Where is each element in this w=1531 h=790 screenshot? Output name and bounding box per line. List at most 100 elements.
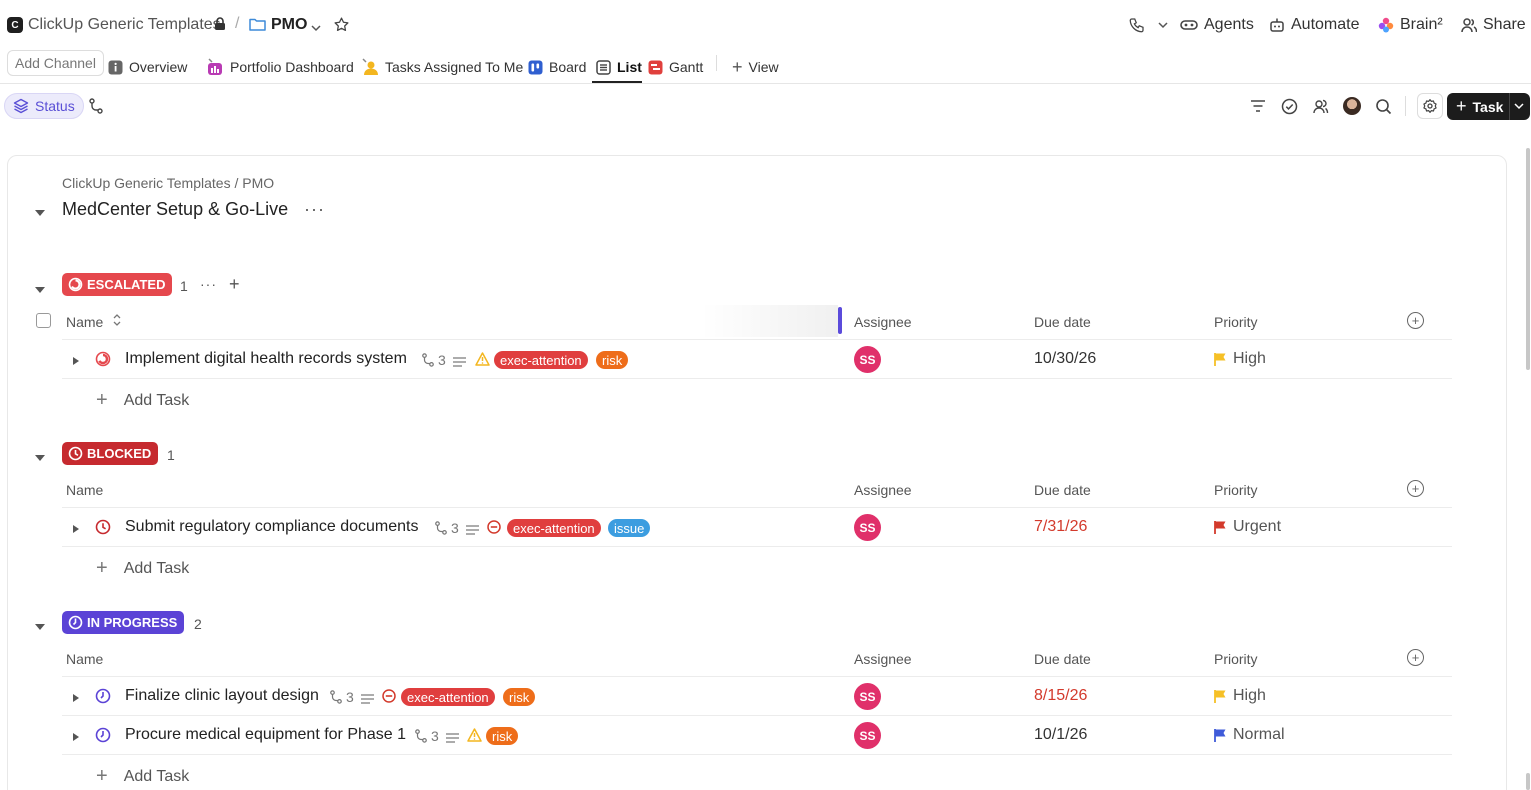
task-name[interactable]: Procure medical equipment for Phase 1: [125, 726, 406, 744]
plus-icon[interactable]: +: [229, 274, 240, 295]
expand-caret-icon[interactable]: [72, 521, 80, 537]
add-task-row[interactable]: + Add Task: [96, 389, 189, 412]
scrollbar-lower[interactable]: [1526, 773, 1530, 790]
assignee-avatar[interactable]: SS: [854, 514, 881, 541]
group-by-status-button[interactable]: Status: [4, 93, 84, 119]
column-header-assignee[interactable]: Assignee: [854, 651, 912, 667]
tag[interactable]: exec-attention: [507, 519, 601, 537]
add-task-button[interactable]: + Task: [1447, 93, 1530, 120]
call-icon[interactable]: [1128, 16, 1168, 34]
user-avatar[interactable]: [1343, 97, 1361, 115]
folder-name[interactable]: PMO: [271, 16, 307, 34]
column-header-due-date[interactable]: Due date: [1034, 482, 1091, 498]
assignees-icon[interactable]: [1311, 97, 1329, 115]
subtask-count[interactable]: 3: [421, 352, 446, 368]
check-circle-icon[interactable]: [1280, 97, 1298, 115]
priority[interactable]: High: [1214, 687, 1266, 705]
due-date[interactable]: 8/15/26: [1034, 687, 1087, 705]
task-name[interactable]: Submit regulatory compliance documents: [125, 518, 418, 536]
column-header-priority[interactable]: Priority: [1214, 482, 1258, 498]
column-header-name[interactable]: Name: [66, 651, 103, 667]
tab-tasks-assigned-to-me[interactable]: Tasks Assigned To Me: [361, 53, 523, 81]
subtask-count[interactable]: 3: [329, 689, 354, 705]
due-date[interactable]: 10/30/26: [1034, 350, 1096, 368]
in-progress-status-icon[interactable]: [95, 727, 111, 746]
tab-overview[interactable]: Overview: [108, 53, 187, 81]
expand-caret-icon[interactable]: [72, 690, 80, 706]
in-progress-status-icon[interactable]: [95, 688, 111, 707]
tab-list[interactable]: List: [596, 53, 642, 81]
subtask-count[interactable]: 3: [414, 728, 439, 744]
agents-button[interactable]: Agents: [1180, 16, 1254, 34]
more-icon[interactable]: ···: [304, 199, 325, 220]
escalated-status-icon[interactable]: [95, 351, 111, 370]
priority[interactable]: Normal: [1214, 726, 1285, 744]
more-icon[interactable]: ···: [200, 276, 217, 292]
column-header-name[interactable]: Name: [66, 314, 103, 330]
column-header-due-date[interactable]: Due date: [1034, 651, 1091, 667]
add-column-icon[interactable]: +: [1407, 312, 1424, 329]
collapse-caret-icon[interactable]: [34, 618, 46, 634]
tag[interactable]: exec-attention: [494, 351, 588, 369]
column-header-priority[interactable]: Priority: [1214, 651, 1258, 667]
expand-caret-icon[interactable]: [72, 353, 80, 369]
tab-board[interactable]: Board: [528, 53, 586, 81]
chevron-down-icon[interactable]: [311, 19, 321, 35]
due-date[interactable]: 7/31/26: [1034, 518, 1087, 536]
priority[interactable]: High: [1214, 350, 1266, 368]
tab-portfolio-dashboard[interactable]: Portfolio Dashboard: [206, 53, 354, 81]
column-header-assignee[interactable]: Assignee: [854, 314, 912, 330]
share-button[interactable]: Share: [1461, 16, 1526, 34]
due-date[interactable]: 10/1/26: [1034, 726, 1087, 744]
column-header-due-date[interactable]: Due date: [1034, 314, 1091, 330]
column-header-name[interactable]: Name: [66, 482, 103, 498]
add-task-row[interactable]: + Add Task: [96, 765, 189, 788]
sort-icon[interactable]: [112, 313, 122, 330]
description-icon[interactable]: [446, 730, 459, 746]
tag[interactable]: risk: [503, 688, 536, 706]
collapse-caret-icon[interactable]: [34, 204, 46, 220]
brain-button[interactable]: Brain²: [1378, 16, 1443, 34]
expand-caret-icon[interactable]: [72, 729, 80, 745]
tag[interactable]: exec-attention: [401, 688, 495, 706]
tab-gantt[interactable]: Gantt: [648, 53, 703, 81]
add-task-row[interactable]: + Add Task: [96, 557, 189, 580]
status-badge-in-progress[interactable]: IN PROGRESS: [62, 611, 185, 634]
column-header-priority[interactable]: Priority: [1214, 314, 1258, 330]
workspace-logo[interactable]: C: [7, 17, 23, 33]
list-breadcrumb[interactable]: ClickUp Generic Templates / PMO: [62, 175, 274, 191]
description-icon[interactable]: [361, 691, 374, 707]
add-view-button[interactable]: + View: [732, 53, 779, 81]
collapse-caret-icon[interactable]: [34, 449, 46, 465]
select-all-checkbox[interactable]: [36, 313, 51, 328]
automate-button[interactable]: Automate: [1269, 16, 1359, 34]
subtask-count[interactable]: 3: [434, 520, 459, 536]
tag[interactable]: risk: [486, 727, 519, 745]
add-column-icon[interactable]: +: [1407, 480, 1424, 497]
priority[interactable]: Urgent: [1214, 518, 1281, 536]
description-icon[interactable]: [466, 522, 479, 538]
add-channel-button[interactable]: Add Channel: [7, 50, 104, 76]
tag[interactable]: risk: [596, 351, 629, 369]
assignee-avatar[interactable]: SS: [854, 346, 881, 373]
scrollbar[interactable]: [1526, 148, 1530, 370]
add-column-icon[interactable]: +: [1407, 649, 1424, 666]
assignee-avatar[interactable]: SS: [854, 722, 881, 749]
star-icon[interactable]: [333, 16, 350, 36]
blocked-status-icon[interactable]: [95, 519, 111, 538]
description-icon[interactable]: [453, 354, 466, 370]
collapse-caret-icon[interactable]: [34, 281, 46, 297]
assignee-avatar[interactable]: SS: [854, 683, 881, 710]
column-header-assignee[interactable]: Assignee: [854, 482, 912, 498]
settings-button[interactable]: [1417, 93, 1443, 119]
search-icon[interactable]: [1374, 97, 1392, 115]
list-title[interactable]: MedCenter Setup & Go-Live: [62, 199, 288, 220]
task-name[interactable]: Implement digital health records system: [125, 350, 407, 368]
tag[interactable]: issue: [608, 519, 651, 537]
column-resize-handle[interactable]: [838, 307, 842, 334]
workspace-name[interactable]: ClickUp Generic Templates: [28, 16, 221, 34]
status-badge-blocked[interactable]: BLOCKED: [62, 442, 159, 465]
status-badge-escalated[interactable]: ESCALATED: [62, 273, 173, 296]
filter-icon[interactable]: [1249, 97, 1267, 115]
subtasks-icon[interactable]: [88, 98, 104, 117]
